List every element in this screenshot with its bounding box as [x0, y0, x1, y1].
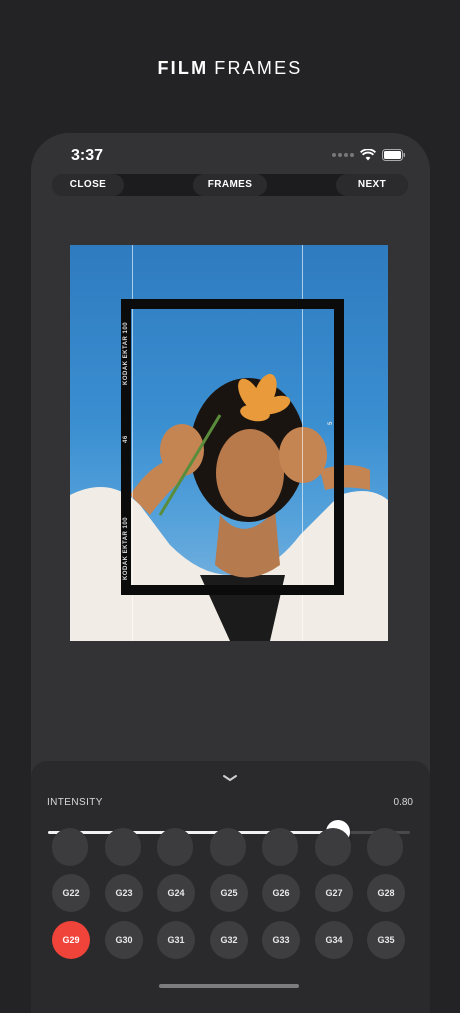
frame-option-g30[interactable]: G30 [105, 921, 143, 959]
promo-title-bold: FILM [157, 58, 209, 78]
adjust-panel: INTENSITY 0.80 G22 G23 G24 G25 G26 G27 G28 G29 G… [31, 761, 430, 1013]
frame-option-partial[interactable] [52, 828, 88, 866]
frame-number-right: 5 [328, 421, 334, 425]
frame-option-g26[interactable]: G26 [262, 874, 300, 912]
previous-frames-row [52, 828, 412, 868]
frame-brand-text-bottom: KODAK EKTAR 100 [123, 516, 129, 580]
frame-option-partial[interactable] [157, 828, 193, 866]
intensity-value: 0.80 [393, 797, 413, 808]
frame-number-left: 46 [123, 435, 129, 443]
frame-option-g28[interactable]: G28 [367, 874, 405, 912]
frame-option-g29[interactable]: G29 [52, 921, 90, 959]
close-button[interactable]: CLOSE [52, 174, 124, 196]
frame-option-partial[interactable] [210, 828, 246, 866]
top-toolbar: CLOSE FRAMES NEXT [52, 174, 408, 196]
frame-option-g23[interactable]: G23 [105, 874, 143, 912]
film-frame-border [121, 299, 344, 595]
frame-option-g24[interactable]: G24 [157, 874, 195, 912]
status-time: 3:37 [71, 147, 104, 164]
frames-button[interactable]: FRAMES [193, 174, 267, 196]
status-icons [332, 149, 406, 161]
frame-option-g22[interactable]: G22 [52, 874, 90, 912]
frame-option-g35[interactable]: G35 [367, 921, 405, 959]
frame-option-partial[interactable] [367, 828, 403, 866]
frame-option-g32[interactable]: G32 [210, 921, 248, 959]
intensity-label: INTENSITY [47, 797, 103, 808]
frame-brand-text-top: KODAK EKTAR 100 [123, 321, 129, 385]
frame-option-g25[interactable]: G25 [210, 874, 248, 912]
frame-option-partial[interactable] [105, 828, 141, 866]
next-button[interactable]: NEXT [336, 174, 408, 196]
frame-option-g33[interactable]: G33 [262, 921, 300, 959]
frame-option-g34[interactable]: G34 [315, 921, 353, 959]
intensity-slider-fill [48, 831, 338, 834]
promo-title-light: FRAMES [214, 58, 303, 78]
photo-preview[interactable]: KODAK EKTAR 100 KODAK EKTAR 100 46 5 [70, 245, 388, 641]
frame-option-partial[interactable] [262, 828, 298, 866]
frame-option-g27[interactable]: G27 [315, 874, 353, 912]
frame-option-partial[interactable] [315, 828, 351, 866]
home-indicator [159, 984, 299, 988]
battery-icon [382, 149, 406, 161]
phone-screen: 3:37 CLOSE FRAMES NEXT KODAK EKTAR 100 K… [31, 133, 430, 1013]
signal-icon [332, 153, 354, 157]
promo-title: FILM FRAMES [0, 58, 460, 79]
wifi-icon [360, 149, 376, 161]
chevron-down-icon[interactable] [222, 769, 238, 787]
frame-option-g31[interactable]: G31 [157, 921, 195, 959]
